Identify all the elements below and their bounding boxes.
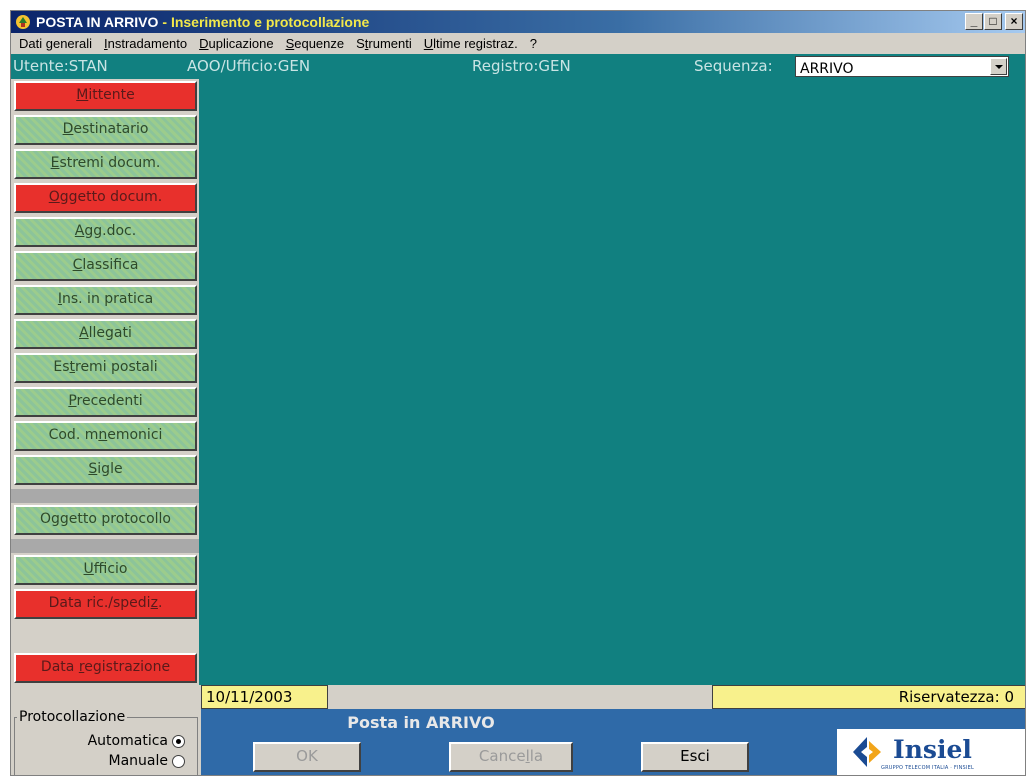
sidebar: Mittente Destinatario Estremi docum. Ogg…: [11, 79, 199, 685]
agg-doc-button[interactable]: Agg.doc.: [14, 217, 197, 247]
cod-mnemonici-button[interactable]: Cod. mnemonici: [14, 421, 197, 451]
application-window: POSTA IN ARRIVO - Inserimento e protocol…: [10, 10, 1026, 776]
destinatario-button[interactable]: Destinatario: [14, 115, 197, 145]
window-subtitle: - Inserimento e protocollazione: [162, 14, 370, 30]
footer-title: Posta in ARRIVO: [347, 713, 495, 732]
esci-button[interactable]: Esci: [641, 742, 749, 772]
insiel-logo: Insiel GRUPPO TELECOM ITALIA · FINSIEL: [837, 729, 1025, 775]
oggetto-protocollo-button[interactable]: Oggetto protocollo: [14, 505, 197, 535]
insiel-logo-icon: [853, 737, 881, 767]
automatica-option[interactable]: Automatica: [88, 733, 185, 749]
window-controls: _ □ ×: [965, 13, 1023, 30]
menu-instradamento[interactable]: Instradamento: [98, 36, 193, 51]
manuale-option[interactable]: Manuale: [108, 753, 185, 769]
automatica-label: Automatica: [87, 733, 168, 749]
insiel-logo-text: Insiel: [893, 735, 972, 764]
close-button[interactable]: ×: [1005, 13, 1023, 30]
menu-help[interactable]: ?: [524, 36, 543, 51]
estremi-docum-button[interactable]: Estremi docum.: [14, 149, 197, 179]
mittente-button[interactable]: Mittente: [14, 81, 197, 111]
sequenza-label: Sequenza:: [694, 57, 773, 75]
field-row-background: [329, 685, 711, 709]
info-bar: Utente:STAN AOO/Ufficio:GEN Registro:GEN…: [11, 54, 1025, 79]
data-registrazione-button[interactable]: Data registrazione: [14, 653, 197, 683]
menu-dati-generali[interactable]: Dati generali: [13, 36, 98, 51]
chevron-down-icon[interactable]: [990, 58, 1007, 75]
sidebar-separator: [11, 489, 199, 503]
app-icon: [16, 15, 30, 29]
insiel-logo-tagline: GRUPPO TELECOM ITALIA · FINSIEL: [881, 765, 974, 771]
menu-duplicazione[interactable]: Duplicazione: [193, 36, 279, 51]
allegati-button[interactable]: Allegati: [14, 319, 197, 349]
protocollazione-legend: Protocollazione: [17, 709, 128, 725]
main-content-area: [199, 79, 1025, 685]
sigle-button[interactable]: Sigle: [14, 455, 197, 485]
menu-sequenze[interactable]: Sequenze: [280, 36, 351, 51]
data-registrazione-field[interactable]: 10/11/2003: [201, 685, 328, 709]
data-ric-spediz-button[interactable]: Data ric./spediz.: [14, 589, 197, 619]
aoo-label: AOO/Ufficio:GEN: [187, 57, 311, 75]
ins-in-pratica-button[interactable]: Ins. in pratica: [14, 285, 197, 315]
cancella-button[interactable]: Cancella: [449, 742, 573, 772]
window-title: POSTA IN ARRIVO: [36, 14, 159, 30]
minimize-button[interactable]: _: [965, 13, 983, 30]
manuale-label: Manuale: [108, 753, 169, 769]
menu-strumenti[interactable]: Strumenti: [350, 36, 418, 51]
sequenza-value: ARRIVO: [800, 61, 854, 77]
sequenza-select[interactable]: ARRIVO: [795, 56, 1009, 77]
riservatezza-field[interactable]: Riservatezza: 0: [712, 685, 1025, 709]
maximize-button[interactable]: □: [984, 13, 1002, 30]
menu-bar: Dati generali Instradamento Duplicazione…: [11, 33, 1025, 54]
utente-label: Utente:STAN: [13, 57, 108, 75]
automatica-radio[interactable]: [172, 734, 185, 748]
estremi-postali-button[interactable]: Estremi postali: [14, 353, 197, 383]
manuale-radio[interactable]: [172, 754, 185, 768]
sidebar-separator: [11, 539, 199, 553]
precedenti-button[interactable]: Precedenti: [14, 387, 197, 417]
oggetto-docum-button[interactable]: Oggetto docum.: [14, 183, 197, 213]
footer-bar: Posta in ARRIVO OK Cancella Esci Insiel …: [201, 709, 1025, 775]
title-bar: POSTA IN ARRIVO - Inserimento e protocol…: [11, 11, 1025, 33]
ok-button[interactable]: OK: [253, 742, 361, 772]
menu-ultime-registrazioni[interactable]: Ultime registraz.: [418, 36, 524, 51]
classifica-button[interactable]: Classifica: [14, 251, 197, 281]
protocollazione-group: Protocollazione Automatica Manuale: [11, 709, 201, 775]
registro-label: Registro:GEN: [472, 57, 571, 75]
ufficio-button[interactable]: Ufficio: [14, 555, 197, 585]
